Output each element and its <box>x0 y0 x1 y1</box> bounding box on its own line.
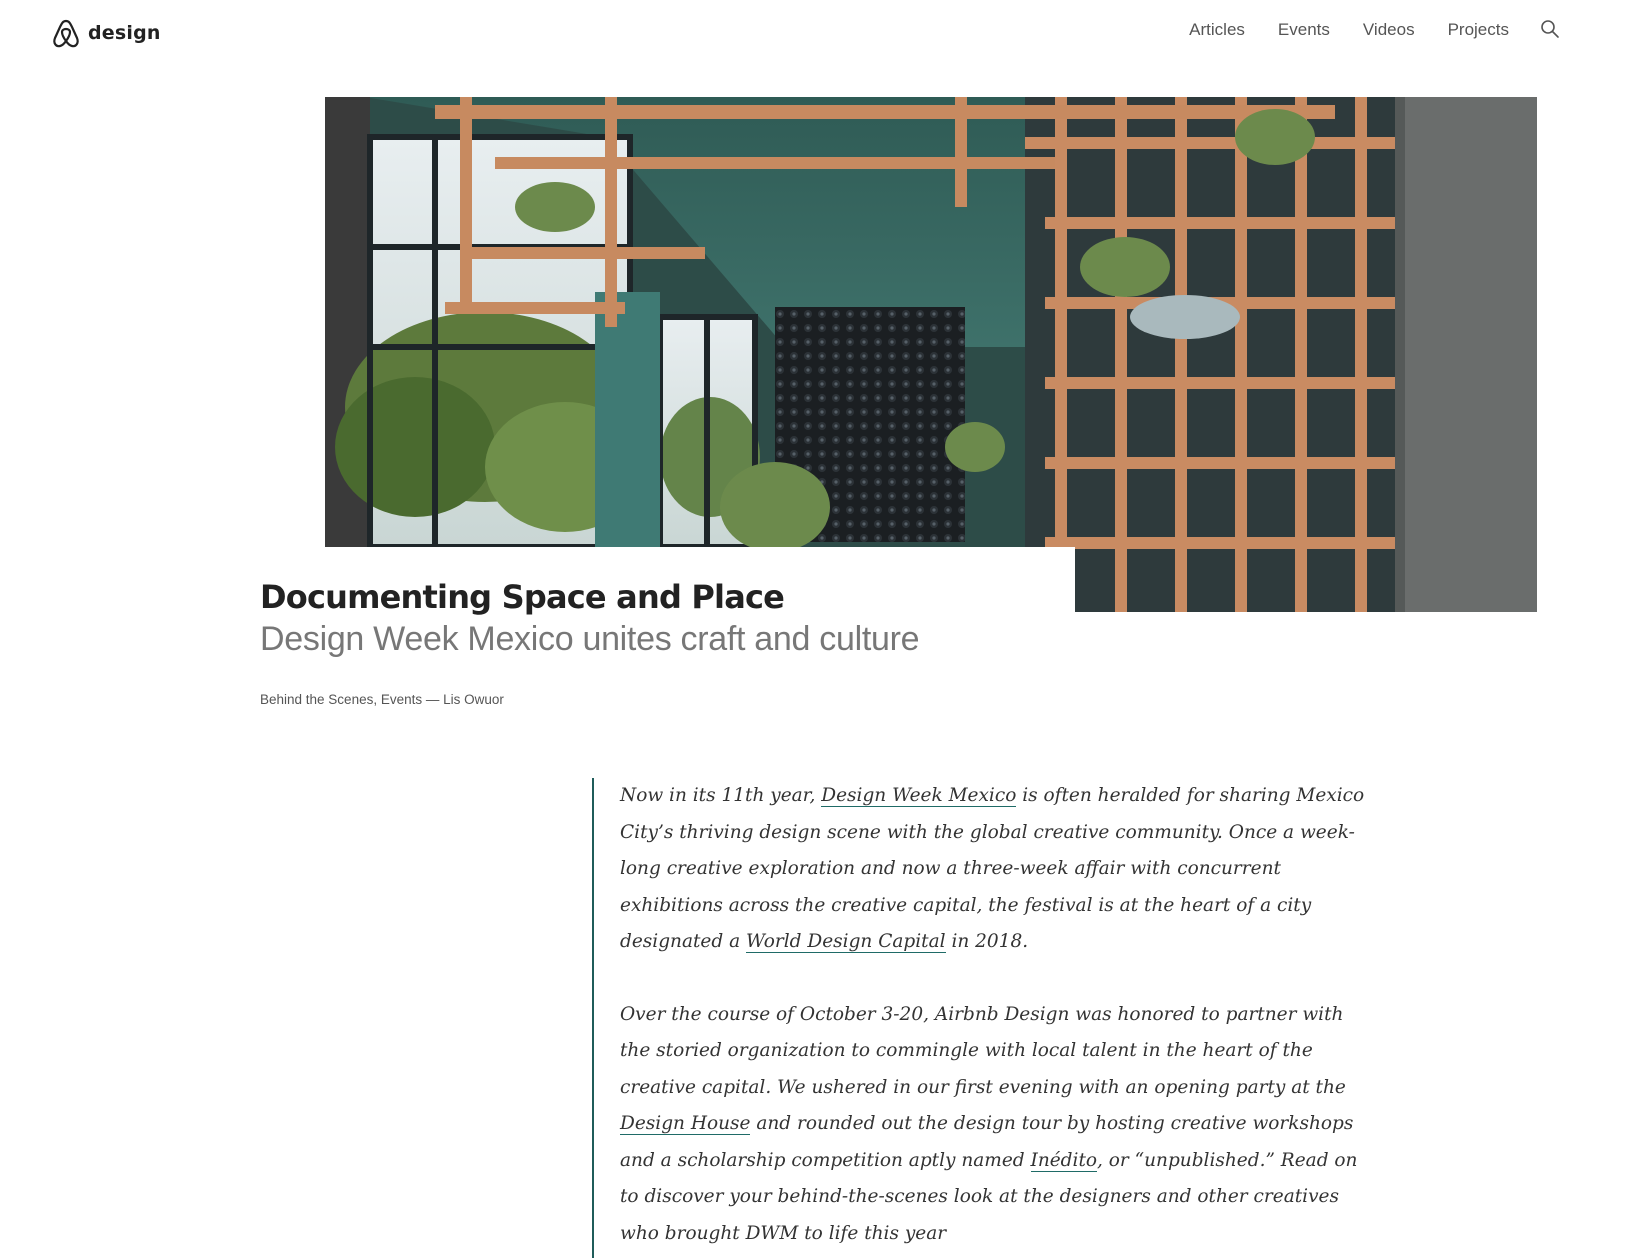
world-design-capital-link[interactable]: World Design Capital <box>746 931 946 953</box>
nav-articles[interactable]: Articles <box>1189 20 1245 40</box>
p2-text-1: Over the course of October 3-20, Airbnb … <box>620 1003 1346 1098</box>
author-link[interactable]: Lis Owuor <box>443 692 504 707</box>
article-meta: Behind the Scenes, Events — Lis Owuor <box>260 692 504 707</box>
airbnb-belo-icon <box>53 19 79 48</box>
nav-events[interactable]: Events <box>1278 20 1330 40</box>
p1-text-2: is often heralded for sharing Mexico Cit… <box>620 785 1365 952</box>
design-house-link[interactable]: Design House <box>620 1113 751 1135</box>
article-body: Now in its 11th year, Design Week Mexico… <box>592 778 1384 1258</box>
paragraph-2: Over the course of October 3-20, Airbnb … <box>620 997 1365 1253</box>
article-subtitle: Design Week Mexico unites craft and cult… <box>260 620 920 658</box>
p1-text-1: Now in its 11th year, <box>620 785 822 806</box>
paragraph-1: Now in its 11th year, Design Week Mexico… <box>620 778 1365 961</box>
inedito-link[interactable]: Inédito <box>1030 1149 1098 1172</box>
design-week-mexico-link[interactable]: Design Week Mexico <box>821 785 1017 807</box>
category-links[interactable]: Behind the Scenes, Events <box>260 692 422 707</box>
logo-text: design <box>88 22 161 44</box>
p1-text-3: in 2018. <box>945 931 1029 952</box>
search-button[interactable] <box>1540 19 1564 43</box>
site-header: design Articles Events Videos Projects <box>0 0 1627 70</box>
nav-videos[interactable]: Videos <box>1363 20 1415 40</box>
article-title: Documenting Space and Place <box>260 578 785 616</box>
main-nav: Articles Events Videos Projects <box>1189 20 1509 40</box>
hero-image <box>325 97 1537 612</box>
home-logo-link[interactable]: design <box>52 17 161 49</box>
nav-projects[interactable]: Projects <box>1448 20 1509 40</box>
meta-separator: — <box>422 692 444 707</box>
search-icon <box>1541 20 1559 38</box>
